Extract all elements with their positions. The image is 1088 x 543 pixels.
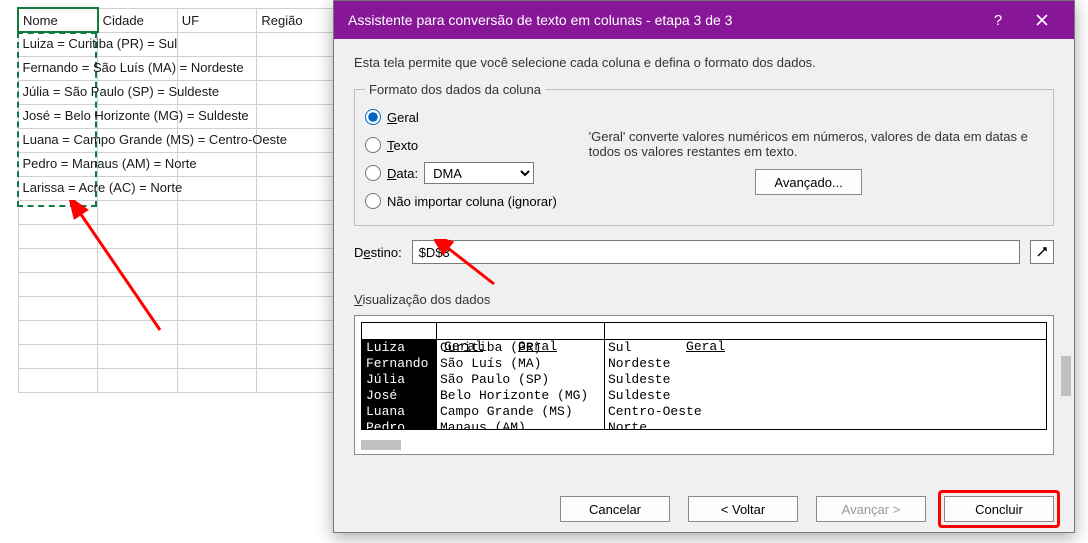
header-regiao[interactable]: Região bbox=[257, 8, 337, 32]
destination-row: Destino: bbox=[354, 240, 1054, 264]
header-row: Nome Cidade UF Região bbox=[18, 8, 337, 32]
radio-data-label[interactable]: Data: bbox=[387, 166, 418, 181]
spreadsheet[interactable]: Nome Cidade UF Região Luiza = Curitiba (… bbox=[17, 7, 337, 393]
close-icon[interactable] bbox=[1020, 1, 1064, 39]
preview-row: PedroManaus (AM)Norte bbox=[362, 420, 1046, 430]
dialog-button-row: Cancelar < Voltar Avançar > Concluir bbox=[334, 496, 1074, 522]
radio-data-row: Data: DMA bbox=[365, 159, 585, 187]
radio-texto-row: Texto bbox=[365, 131, 585, 159]
radio-geral[interactable] bbox=[365, 109, 381, 125]
preview-horizontal-scrollbar[interactable] bbox=[361, 440, 401, 450]
finish-button[interactable]: Concluir bbox=[944, 496, 1054, 522]
cell-a4[interactable]: Júlia = São Paulo (SP) = Suldeste bbox=[18, 80, 98, 104]
column-format-legend: Formato dos dados da coluna bbox=[365, 82, 545, 97]
date-format-select[interactable]: DMA bbox=[424, 162, 534, 184]
header-nome[interactable]: Nome bbox=[18, 8, 98, 32]
destination-input[interactable] bbox=[412, 240, 1020, 264]
preview-row: JúliaSão Paulo (SP)Suldeste bbox=[362, 372, 1046, 388]
back-button[interactable]: < Voltar bbox=[688, 496, 798, 522]
dialog-titlebar[interactable]: Assistente para conversão de texto em co… bbox=[334, 1, 1074, 39]
radio-ignore-label[interactable]: Não importar coluna (ignorar) bbox=[387, 194, 557, 209]
dialog-title: Assistente para conversão de texto em co… bbox=[348, 12, 976, 28]
radio-ignore[interactable] bbox=[365, 193, 381, 209]
preview-row: FernandoSão Luís (MA)Nordeste bbox=[362, 356, 1046, 372]
help-icon[interactable]: ? bbox=[976, 1, 1020, 39]
cell-a3[interactable]: Fernando = São Luís (MA) = Nordeste bbox=[18, 56, 98, 80]
cell-a8[interactable]: Larissa = Acre (AC) = Norte bbox=[18, 176, 98, 200]
next-button[interactable]: Avançar > bbox=[816, 496, 926, 522]
radio-texto[interactable] bbox=[365, 137, 381, 153]
preview-label: Visualização dos dados bbox=[354, 292, 1054, 307]
radio-texto-label[interactable]: Texto bbox=[387, 138, 418, 153]
preview-header-row: GeralGeralGeral bbox=[362, 323, 1046, 340]
destination-label: Destino: bbox=[354, 245, 402, 260]
column-format-group: Formato dos dados da coluna Geral Texto … bbox=[354, 82, 1054, 226]
preview-row: LuanaCampo Grande (MS)Centro-Oeste bbox=[362, 404, 1046, 420]
preview-rows: LuizaCuritiba (PR)SulFernandoSão Luís (M… bbox=[362, 340, 1046, 430]
radio-geral-label[interactable]: Geral bbox=[387, 110, 419, 125]
data-preview: GeralGeralGeral LuizaCuritiba (PR)SulFer… bbox=[354, 315, 1054, 455]
advanced-button[interactable]: Avançado... bbox=[755, 169, 861, 195]
range-picker-icon[interactable] bbox=[1030, 240, 1054, 264]
preview-row: LuizaCuritiba (PR)Sul bbox=[362, 340, 1046, 356]
text-to-columns-dialog: Assistente para conversão de texto em co… bbox=[333, 0, 1075, 533]
cell-a6[interactable]: Luana = Campo Grande (MS) = Centro-Oeste bbox=[18, 128, 98, 152]
cell-a2[interactable]: Luiza = Curitiba (PR) = Sul bbox=[18, 32, 98, 56]
cell-a5[interactable]: José = Belo Horizonte (MG) = Suldeste bbox=[18, 104, 98, 128]
radio-data[interactable] bbox=[365, 165, 381, 181]
radio-ignore-row: Não importar coluna (ignorar) bbox=[365, 187, 585, 215]
convert-note: 'Geral' converte valores numéricos em nú… bbox=[589, 129, 1029, 159]
header-uf[interactable]: UF bbox=[177, 8, 257, 32]
cell-a7[interactable]: Pedro = Manaus (AM) = Norte bbox=[18, 152, 98, 176]
dialog-intro: Esta tela permite que você selecione cad… bbox=[354, 55, 1054, 70]
preview-vertical-scrollbar[interactable] bbox=[1061, 356, 1071, 396]
cancel-button[interactable]: Cancelar bbox=[560, 496, 670, 522]
preview-row: JoséBelo Horizonte (MG)Suldeste bbox=[362, 388, 1046, 404]
radio-geral-row: Geral bbox=[365, 103, 585, 131]
header-cidade[interactable]: Cidade bbox=[98, 8, 178, 32]
